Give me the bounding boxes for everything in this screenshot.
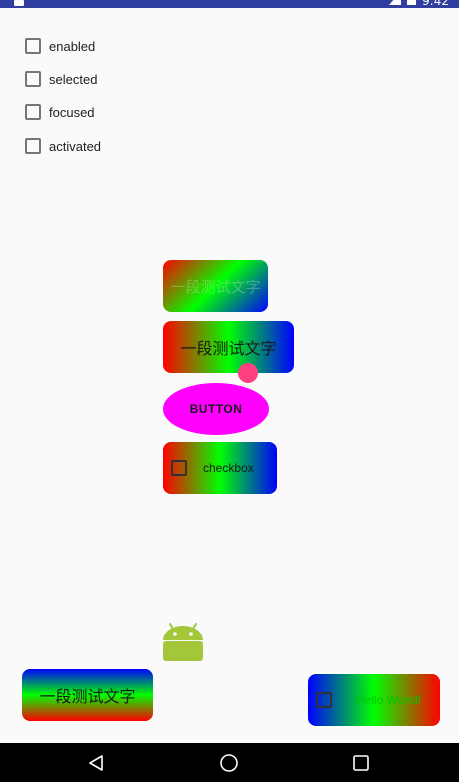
home-button[interactable]: [199, 743, 259, 782]
checkbox-label: Hello World!: [356, 693, 422, 707]
checkbox-label: enabled: [49, 38, 96, 54]
checkbox-label: activated: [49, 138, 102, 154]
back-button[interactable]: [66, 743, 126, 782]
notification-icon: [14, 0, 24, 6]
accent-dot: [238, 363, 258, 383]
checkbox-label: focused: [49, 104, 95, 120]
navigation-bar: [0, 743, 459, 782]
checkbox-focused[interactable]: focused: [25, 102, 95, 122]
faint-text: 一段测试文字: [170, 277, 261, 296]
recents-square-icon: [353, 754, 369, 771]
checkbox-label: selected: [49, 71, 98, 87]
checkbox-box[interactable]: [25, 71, 41, 87]
faint-text-view: 一段测试文字: [163, 260, 268, 312]
android-robot-icon[interactable]: [162, 618, 204, 664]
bottom-right-checkbox[interactable]: Hello World!: [308, 674, 440, 726]
checkbox-box[interactable]: [25, 104, 41, 120]
button-label: BUTTON: [189, 402, 243, 416]
battery-icon: [407, 0, 417, 5]
checkbox-label: checkbox: [203, 461, 254, 475]
bottom-left-text: 一段测试文字: [39, 687, 136, 706]
back-triangle-icon: [89, 754, 103, 771]
home-circle-icon: [220, 753, 238, 772]
checkbox-box[interactable]: [316, 692, 332, 708]
status-bar: 9:42: [0, 0, 459, 8]
gradient-checkbox[interactable]: checkbox: [163, 442, 277, 494]
checkbox-activated[interactable]: activated: [25, 136, 101, 156]
gradient-text-view: 一段测试文字: [163, 321, 294, 373]
checkbox-box[interactable]: [25, 138, 41, 154]
status-time: 9:42: [422, 0, 449, 8]
recents-button[interactable]: [331, 743, 391, 782]
status-indicators: 9:42: [389, 0, 449, 8]
app-content: enabled selected focused activated 一段测试文…: [0, 8, 459, 743]
checkbox-box[interactable]: [171, 460, 187, 476]
bottom-left-text-view: 一段测试文字: [22, 669, 153, 721]
checkbox-enabled[interactable]: enabled: [25, 36, 95, 56]
oval-button[interactable]: BUTTON: [163, 383, 269, 435]
gradient-text: 一段测试文字: [180, 339, 277, 358]
signal-icon: [389, 0, 402, 5]
checkbox-selected[interactable]: selected: [25, 69, 97, 89]
checkbox-box[interactable]: [25, 38, 41, 54]
